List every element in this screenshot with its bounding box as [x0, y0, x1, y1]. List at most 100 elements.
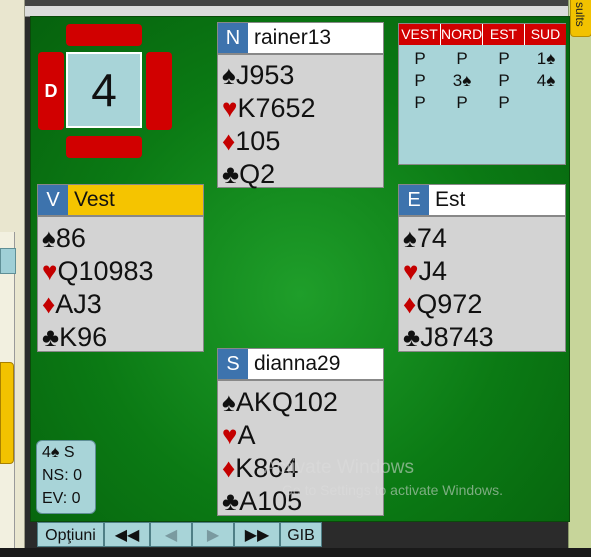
board-number: 4	[91, 64, 117, 116]
south-seat-label: S	[218, 349, 248, 379]
north-diamonds-cards: 105	[235, 126, 281, 156]
left-panel-yellow-tab[interactable]	[0, 362, 14, 464]
east-player-name[interactable]: Est	[435, 185, 465, 215]
bid-header-east: EST	[483, 24, 525, 45]
bid-header-west: VEST	[399, 24, 441, 45]
bid-cell: 4♠	[536, 71, 556, 90]
bid-cell: 1♠	[536, 49, 556, 68]
north-seat-label: N	[218, 23, 248, 53]
north-hearts[interactable]: ♥K7652	[222, 92, 316, 125]
east-diamonds[interactable]: ♦Q972	[403, 288, 482, 321]
west-clubs-cards: K96	[59, 322, 108, 352]
spade-icon: ♠	[222, 60, 236, 90]
west-diamonds-cards: AJ3	[55, 289, 102, 319]
diamond-icon: ♦	[222, 126, 236, 156]
west-diamonds[interactable]: ♦AJ3	[42, 288, 102, 321]
bid-cell: 3♠	[452, 71, 472, 90]
east-hearts-cards: J4	[418, 256, 447, 286]
bid-cell: P	[414, 71, 426, 90]
spade-icon: ♠	[222, 387, 236, 417]
results-tab-label: sults	[573, 2, 587, 27]
east-clubs-cards: J8743	[420, 322, 494, 352]
south-spades[interactable]: ♠AKQ102	[222, 386, 338, 419]
heart-icon: ♥	[222, 420, 238, 450]
south-hearts-cards: A	[237, 420, 256, 450]
bid-cell: P	[456, 93, 468, 112]
gib-button[interactable]: GIB	[280, 522, 322, 547]
heart-icon: ♥	[222, 93, 238, 123]
club-icon: ♣	[222, 159, 240, 189]
north-spades-cards: J953	[235, 60, 295, 90]
south-hearts[interactable]: ♥A	[222, 419, 255, 452]
north-clubs-cards: Q2	[239, 159, 276, 189]
east-header: E Est	[398, 184, 566, 216]
north-player-name[interactable]: rainer13	[254, 23, 331, 53]
contract-score-box: 4♠ S NS: 0 EV: 0	[36, 440, 96, 514]
taskbar-edge	[0, 548, 591, 557]
vulnerability-south	[66, 136, 142, 158]
east-clubs[interactable]: ♣J8743	[403, 321, 494, 354]
prev-trick-button[interactable]: ◀	[150, 522, 192, 547]
last-trick-button[interactable]: ▶▶	[234, 522, 280, 547]
south-header: S dianna29	[217, 348, 384, 380]
east-diamonds-cards: Q972	[416, 289, 483, 319]
results-tab[interactable]: sults	[570, 0, 591, 37]
dealer-marker: D	[44, 81, 58, 101]
south-player-name[interactable]: dianna29	[254, 349, 340, 379]
right-panel	[568, 0, 591, 548]
diamond-icon: ♦	[222, 453, 236, 483]
first-trick-button[interactable]: ◀◀	[104, 522, 150, 547]
club-icon: ♣	[403, 322, 421, 352]
east-hand: ♠74 ♥J4 ♦Q972 ♣J8743	[398, 216, 566, 352]
heart-icon: ♥	[42, 256, 58, 286]
spade-icon: ♠	[403, 223, 417, 253]
club-icon: ♣	[42, 322, 60, 352]
bid-cell: P	[414, 93, 426, 112]
bid-cell: P	[498, 71, 510, 90]
north-spades[interactable]: ♠J953	[222, 59, 294, 92]
club-icon: ♣	[222, 486, 240, 516]
west-hearts[interactable]: ♥Q10983	[42, 255, 154, 288]
west-hand: ♠86 ♥Q10983 ♦AJ3 ♣K96	[37, 216, 204, 352]
south-spades-cards: AKQ102	[235, 387, 338, 417]
activate-windows-subtitle: Go to Settings to activate Windows.	[282, 482, 503, 498]
north-hearts-cards: K7652	[237, 93, 316, 123]
diamond-icon: ♦	[42, 289, 56, 319]
left-panel-tab[interactable]	[0, 248, 16, 274]
west-seat-label: V	[38, 185, 68, 215]
east-spades-cards: 74	[416, 223, 447, 253]
north-diamonds[interactable]: ♦105	[222, 125, 280, 158]
vulnerability-east	[146, 52, 172, 130]
activate-windows-title: Activate Windows	[264, 457, 414, 478]
diamond-icon: ♦	[403, 289, 417, 319]
spade-icon: ♠	[42, 223, 56, 253]
east-spades[interactable]: ♠74	[403, 222, 447, 255]
bid-cell: P	[456, 49, 468, 68]
ev-score: EV: 0	[42, 490, 81, 507]
bid-cell: P	[498, 49, 510, 68]
west-spades[interactable]: ♠86	[42, 222, 86, 255]
bid-header-north: NORD	[441, 24, 483, 45]
west-header: V Vest	[37, 184, 204, 216]
vulnerability-north	[66, 24, 142, 46]
board-number-box: 4	[66, 52, 142, 128]
bid-header-south: SUD	[525, 24, 566, 45]
bidding-history: VEST NORD EST SUD P P P 1♠ P 3♠ P 4♠ P P…	[398, 23, 566, 165]
bid-cell	[525, 92, 567, 114]
bid-cell: P	[498, 93, 510, 112]
west-clubs[interactable]: ♣K96	[42, 321, 107, 354]
contract-label: 4♠ S	[42, 444, 75, 461]
top-bar-edge	[24, 0, 568, 6]
ns-score: NS: 0	[42, 467, 83, 484]
north-header: N rainer13	[217, 22, 384, 54]
north-clubs[interactable]: ♣Q2	[222, 158, 275, 191]
west-spades-cards: 86	[55, 223, 86, 253]
east-seat-label: E	[399, 185, 429, 215]
next-trick-button[interactable]: ▶	[192, 522, 234, 547]
options-button[interactable]: Opţiuni	[37, 522, 104, 547]
west-hearts-cards: Q10983	[57, 256, 154, 286]
heart-icon: ♥	[403, 256, 419, 286]
bid-cell: P	[414, 49, 426, 68]
east-hearts[interactable]: ♥J4	[403, 255, 447, 288]
west-player-name[interactable]: Vest	[74, 185, 115, 215]
